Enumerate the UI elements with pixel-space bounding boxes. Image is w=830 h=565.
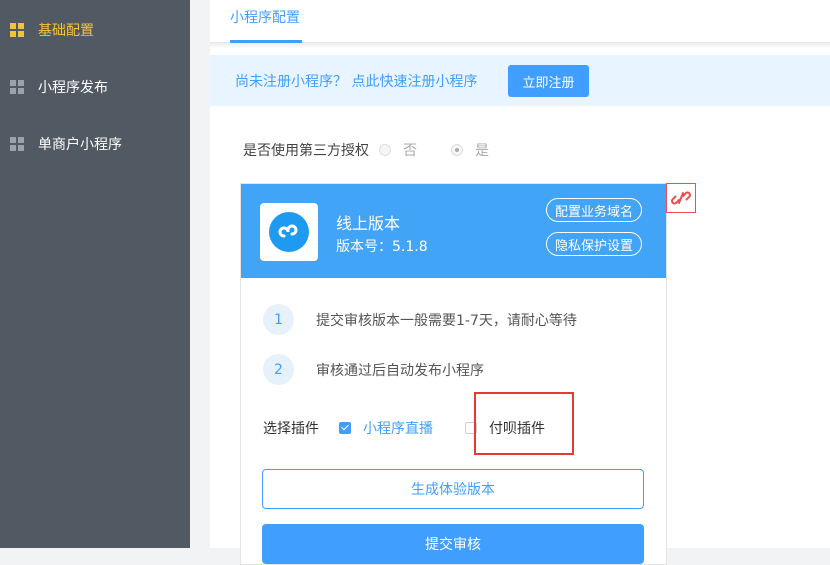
main-panel: 小程序配置 尚未注册小程序？ 点此快速注册小程序 立即注册 是否使用第三方授权 … — [210, 0, 830, 565]
sidebar-item-label: 单商户小程序 — [38, 137, 122, 153]
config-domain-button[interactable]: 配置业务域名 — [545, 198, 642, 222]
unlink-icon — [671, 191, 691, 205]
sidebar-item-single-merchant[interactable]: 单商户小程序 — [0, 124, 190, 164]
step-text: 提交审核版本一般需要1-7天，请耐心等待 — [316, 312, 577, 329]
privacy-settings-button[interactable]: 隐私保护设置 — [545, 232, 642, 256]
register-notice: 尚未注册小程序？ 点此快速注册小程序 立即注册 — [210, 55, 830, 106]
step-item: 2 审核通过后自动发布小程序 — [263, 354, 484, 385]
grid-icon — [10, 23, 24, 37]
grid-icon — [10, 137, 24, 151]
submit-review-button[interactable]: 提交审核 — [262, 524, 644, 564]
generate-trial-version-button[interactable]: 生成体验版本 — [262, 469, 644, 509]
version-title: 线上版本 — [336, 214, 401, 233]
auth-radio-yes[interactable]: 是 — [451, 140, 489, 160]
radio-circle — [379, 144, 391, 156]
grid-icon — [10, 80, 24, 94]
step-number: 2 — [263, 354, 294, 385]
link-icon[interactable] — [666, 183, 696, 213]
sidebar-item-basic-config[interactable]: 基础配置 — [0, 10, 190, 50]
highlight-annotation-box — [474, 392, 574, 455]
version-card: 线上版本 版本号：5.1.8 配置业务域名 隐私保护设置 1 提交审核版本一般需… — [240, 183, 667, 565]
version-card-header: 线上版本 版本号：5.1.8 配置业务域名 隐私保护设置 — [241, 184, 666, 278]
sidebar-item-miniprogram-publish[interactable]: 小程序发布 — [0, 67, 190, 107]
miniprogram-logo — [260, 203, 318, 261]
checkbox-label: 小程序直播 — [363, 421, 433, 437]
step-text: 审核通过后自动发布小程序 — [316, 362, 484, 379]
sidebar-item-label: 基础配置 — [38, 23, 94, 39]
radio-circle — [451, 144, 463, 156]
checkbox-box — [339, 422, 351, 434]
sidebar: 基础配置 小程序发布 单商户小程序 — [0, 0, 190, 548]
third-party-auth-row: 是否使用第三方授权 否 是 — [243, 140, 489, 160]
third-party-auth-label: 是否使用第三方授权 — [243, 143, 369, 159]
divider — [210, 43, 830, 49]
version-number: 版本号：5.1.8 — [336, 239, 428, 255]
miniprogram-icon — [269, 212, 309, 252]
plugin-checkbox-live[interactable]: 小程序直播 — [339, 418, 433, 438]
plugin-label: 选择插件 — [263, 421, 319, 437]
tab-miniprogram-config[interactable]: 小程序配置 — [230, 7, 300, 27]
sidebar-item-label: 小程序发布 — [38, 80, 108, 96]
radio-label: 否 — [403, 143, 417, 159]
register-notice-link[interactable]: 尚未注册小程序？ 点此快速注册小程序 — [235, 71, 477, 91]
auth-radio-no[interactable]: 否 — [379, 140, 417, 160]
register-now-button[interactable]: 立即注册 — [508, 65, 589, 97]
step-number: 1 — [263, 304, 294, 335]
radio-label: 是 — [475, 143, 489, 159]
step-item: 1 提交审核版本一般需要1-7天，请耐心等待 — [263, 304, 577, 335]
tab-bar: 小程序配置 — [210, 0, 830, 43]
